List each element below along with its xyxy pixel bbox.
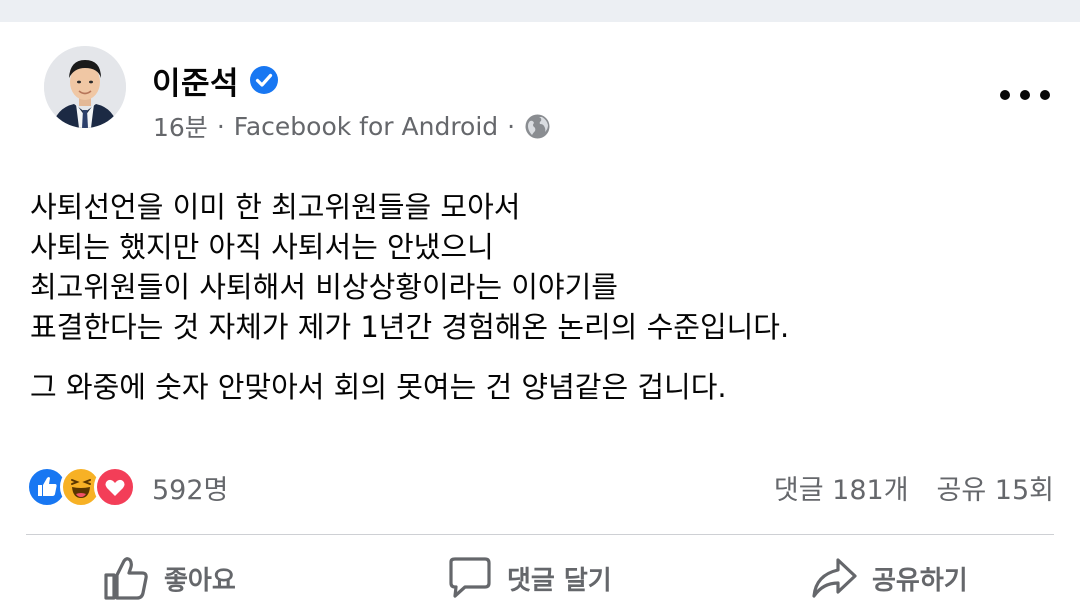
love-icon [94, 466, 136, 508]
share-arrow-icon [810, 556, 858, 600]
more-dot [1000, 90, 1010, 100]
meta-separator: · [216, 111, 225, 141]
body-line: 표결한다는 것 자체가 제가 1년간 경험해온 논리의 수준입니다. [30, 310, 790, 344]
author-avatar[interactable] [44, 46, 126, 128]
comment-bubble-icon [445, 556, 493, 600]
share-label: 공유하기 [872, 565, 968, 596]
more-options-icon[interactable] [1000, 82, 1050, 108]
post-actions: 좋아요 댓글 달기 공유하기 [0, 544, 1080, 612]
post-paragraph-2: 그 와중에 숫자 안맞아서 회의 못여는 건 양념같은 겁니다. [30, 370, 727, 404]
globe-icon[interactable] [524, 113, 551, 140]
body-line: 사퇴는 했지만 아직 사퇴서는 안냈으니 [30, 230, 494, 264]
body-line: 최고위원들이 사퇴해서 비상상황이라는 이야기를 [30, 270, 618, 304]
facebook-post: 이준석 16분 · Facebook for Android · 사퇴선언을 이… [0, 22, 1080, 612]
author-name[interactable]: 이준석 [152, 58, 239, 103]
body-line: 사퇴선언을 이미 한 최고위원들을 모아서 [30, 190, 521, 224]
avatar-portrait-icon [44, 46, 126, 128]
post-meta: 16분 · Facebook for Android · [153, 108, 551, 144]
more-dot [1040, 90, 1050, 100]
like-label: 좋아요 [164, 565, 236, 596]
reaction-icons [26, 466, 136, 508]
share-button[interactable]: 공유하기 [810, 544, 968, 612]
verified-badge-icon [249, 65, 279, 95]
reaction-count: 592명 [152, 474, 229, 506]
engagement-stats: 댓글 181개 공유 15회 [774, 467, 1054, 507]
post-body: 사퇴선언을 이미 한 최고위원들을 모아서 사퇴는 했지만 아직 사퇴서는 안냈… [30, 187, 1050, 407]
post-paragraph: 사퇴선언을 이미 한 최고위원들을 모아서 사퇴는 했지만 아직 사퇴서는 안냈… [30, 187, 1050, 347]
share-count[interactable]: 공유 15회 [937, 468, 1054, 507]
more-dot [1020, 90, 1030, 100]
post-source: Facebook for Android [233, 111, 499, 141]
comment-count[interactable]: 댓글 181개 [774, 468, 909, 507]
post-time[interactable]: 16분 [153, 108, 208, 144]
reactions-summary[interactable]: 592명 [26, 465, 228, 509]
meta-separator-2: · [507, 111, 516, 141]
thumbs-up-icon [102, 555, 150, 601]
comment-button[interactable]: 댓글 달기 [445, 544, 612, 612]
actions-divider [26, 534, 1054, 535]
top-spacer [0, 0, 1080, 22]
like-button[interactable]: 좋아요 [102, 544, 236, 612]
comment-label: 댓글 달기 [507, 565, 612, 596]
author-name-row: 이준석 [152, 58, 279, 103]
